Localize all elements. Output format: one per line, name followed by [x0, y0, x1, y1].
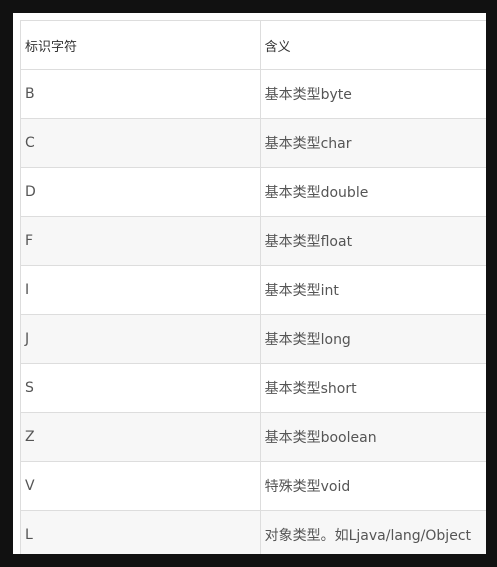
table-header-row: 标识字符 含义: [20, 20, 486, 70]
table-row: Z 基本类型boolean: [20, 412, 486, 462]
meaning-cell: 基本类型float: [259, 216, 486, 266]
meaning-cell: 基本类型double: [259, 167, 486, 217]
meaning-cell: 基本类型int: [259, 265, 486, 315]
meaning-cell: 基本类型char: [259, 118, 486, 168]
identifier-cell: L: [20, 510, 261, 554]
identifier-cell: D: [20, 167, 261, 217]
header-cell-identifier: 标识字符: [20, 20, 261, 70]
identifier-cell: B: [20, 69, 261, 119]
descriptor-table: 标识字符 含义 B 基本类型byte C 基本类型char D 基本类型doub…: [20, 20, 486, 554]
table-row: C 基本类型char: [20, 118, 486, 168]
meaning-cell: 基本类型boolean: [259, 412, 486, 462]
table-container: 标识字符 含义 B 基本类型byte C 基本类型char D 基本类型doub…: [13, 13, 486, 554]
table-row: S 基本类型short: [20, 363, 486, 413]
identifier-cell: F: [20, 216, 261, 266]
table-row: F 基本类型float: [20, 216, 486, 266]
table-row: B 基本类型byte: [20, 69, 486, 119]
table-row: J 基本类型long: [20, 314, 486, 364]
table-row: I 基本类型int: [20, 265, 486, 315]
table-row: L 对象类型。如Ljava/lang/Object: [20, 510, 486, 554]
identifier-cell: S: [20, 363, 261, 413]
header-cell-meaning: 含义: [259, 20, 486, 70]
identifier-cell: C: [20, 118, 261, 168]
identifier-cell: J: [20, 314, 261, 364]
meaning-cell: 基本类型byte: [259, 69, 486, 119]
meaning-cell: 基本类型long: [259, 314, 486, 364]
table-row: V 特殊类型void: [20, 461, 486, 511]
identifier-cell: I: [20, 265, 261, 315]
meaning-cell: 对象类型。如Ljava/lang/Object: [259, 510, 486, 554]
identifier-cell: Z: [20, 412, 261, 462]
meaning-cell: 基本类型short: [259, 363, 486, 413]
identifier-cell: V: [20, 461, 261, 511]
meaning-cell: 特殊类型void: [259, 461, 486, 511]
table-row: D 基本类型double: [20, 167, 486, 217]
